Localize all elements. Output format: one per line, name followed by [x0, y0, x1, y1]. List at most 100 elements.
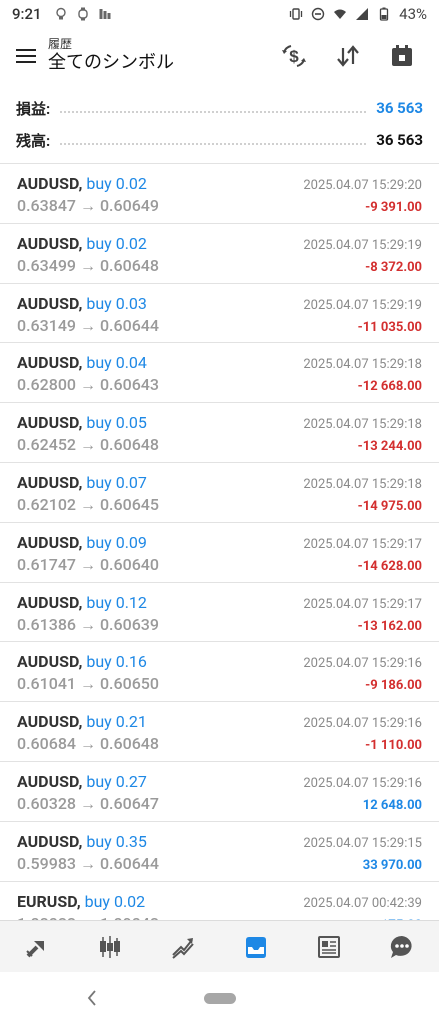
page-subtitle: 履歴 [48, 37, 73, 51]
trade-side-volume: buy 0.35 [86, 831, 147, 851]
chart-candles-icon [99, 935, 120, 958]
balance-value: 36 563 [376, 131, 423, 149]
trade-profit: -13 162.00 [357, 618, 422, 634]
trade-prices: 0.63499 → 0.60648 [17, 255, 159, 275]
trade-profit: -13 244.00 [357, 439, 422, 455]
trade-side-volume: buy 0.12 [86, 592, 147, 612]
trade-side-volume: buy 0.02 [86, 174, 147, 193]
trade-side-volume: buy 0.02 [84, 891, 146, 911]
signal-icon [356, 8, 369, 20]
quotes-icon [25, 940, 44, 957]
news-icon [318, 935, 341, 958]
trade-side-volume: buy 0.04 [86, 353, 147, 373]
nav-history[interactable] [230, 925, 282, 969]
menu-button[interactable] [4, 34, 48, 78]
trade-row[interactable]: AUDUSD, buy 0.05 2025.04.07 15:29:18 0.624… [0, 403, 439, 463]
trade-time: 2025.04.07 15:29:18 [303, 357, 422, 373]
dnd-icon [311, 7, 325, 21]
trade-time: 2025.04.07 15:29:18 [303, 476, 422, 492]
trade-profit: -12 668.00 [357, 379, 422, 395]
trade-history-list[interactable]: AUDUSD, buy 0.02 2025.04.07 15:29:20 0.638… [0, 164, 439, 920]
trade-prices: 0.62800 → 0.60643 [17, 375, 159, 395]
trade-row[interactable]: AUDUSD, buy 0.12 2025.04.07 15:29:17 0.613… [0, 583, 439, 643]
trade-time: 2025.04.07 15:29:16 [303, 716, 422, 732]
battery-percent: 43% [399, 5, 427, 23]
balance-label: 残高: [16, 131, 51, 150]
trade-symbol: AUDUSD, [17, 472, 83, 492]
deposit-withdraw-button[interactable]: $ [267, 34, 321, 78]
trade-symbol: AUDUSD, [17, 771, 83, 791]
calendar-button[interactable] [375, 34, 429, 78]
trade-symbol: AUDUSD, [17, 532, 83, 552]
trade-symbol: AUDUSD, [17, 293, 83, 313]
trade-side-volume: buy 0.05 [86, 413, 147, 433]
trade-row[interactable]: AUDUSD, buy 0.04 2025.04.07 15:29:18 0.628… [0, 343, 439, 404]
trade-row[interactable]: AUDUSD, buy 0.03 2025.04.07 15:29:19 0.631… [0, 284, 439, 344]
trade-time: 2025.04.07 15:29:20 [303, 178, 422, 193]
trade-symbol: AUDUSD, [17, 652, 83, 672]
trade-profit: -9 186.00 [365, 678, 422, 694]
trade-prices: 0.61747 → 0.60640 [17, 554, 159, 574]
wifi-icon [334, 9, 347, 19]
watch-icon [77, 7, 88, 21]
dotted-leader [60, 111, 367, 113]
page-title: 全てのシンボル [48, 52, 174, 73]
status-time: 9:21 [12, 5, 42, 23]
chevron-left-icon [87, 990, 96, 1006]
history-icon [246, 936, 267, 958]
trade-prices: 0.59983 → 0.60644 [17, 853, 159, 873]
app-bar: 履歴 全てのシンボル $ [0, 28, 439, 84]
trade-side-volume: buy 0.03 [86, 293, 147, 313]
trade-symbol: AUDUSD, [17, 174, 83, 193]
trade-prices: 0.61041 → 0.60650 [17, 674, 159, 694]
trade-profit: 33 970.00 [362, 857, 422, 873]
hamburger-icon [16, 55, 36, 57]
trade-row[interactable]: AUDUSD, buy 0.02 2025.04.07 15:29:19 0.634… [0, 224, 439, 284]
trade-row[interactable]: AUDUSD, buy 0.07 2025.04.07 15:29:18 0.621… [0, 463, 439, 523]
trade-prices: 0.63149 → 0.60644 [17, 315, 159, 335]
trade-icon [172, 937, 194, 959]
trade-side-volume: buy 0.07 [86, 472, 147, 492]
nav-chart[interactable] [84, 925, 136, 969]
home-button[interactable] [203, 992, 236, 1004]
trade-prices: 0.61386 → 0.60639 [17, 614, 159, 634]
trade-side-volume: buy 0.27 [86, 771, 147, 791]
trade-side-volume: buy 0.21 [86, 712, 147, 732]
trade-time: 2025.04.07 15:29:17 [303, 596, 422, 612]
trade-symbol: AUDUSD, [17, 233, 83, 253]
sort-icon [337, 45, 359, 67]
trade-row[interactable]: AUDUSD, buy 0.02 2025.04.07 15:29:20 0.638… [0, 164, 439, 224]
trade-profit: -8 372.00 [365, 259, 422, 275]
trade-row[interactable]: AUDUSD, buy 0.09 2025.04.07 15:29:17 0.617… [0, 523, 439, 583]
dotted-leader [60, 143, 367, 145]
trade-prices: 0.60328 → 0.60647 [17, 793, 159, 813]
svg-text:$: $ [289, 47, 299, 66]
title-block[interactable]: 履歴 全てのシンボル [48, 37, 174, 75]
trade-prices: 0.63847 → 0.60649 [17, 196, 159, 215]
trade-symbol: EURUSD, [17, 891, 81, 911]
trade-row[interactable]: AUDUSD, buy 0.27 2025.04.07 15:29:16 0.603… [0, 762, 439, 822]
nav-chat[interactable] [376, 925, 428, 969]
trade-row[interactable]: AUDUSD, buy 0.21 2025.04.07 15:29:16 0.606… [0, 702, 439, 762]
trade-time: 2025.04.07 15:29:16 [303, 656, 422, 672]
back-button[interactable] [82, 986, 102, 1010]
trade-profit: -9 391.00 [365, 200, 422, 215]
trade-symbol: AUDUSD, [17, 353, 83, 373]
trade-time: 2025.04.07 15:29:19 [303, 297, 422, 313]
nav-news[interactable] [303, 925, 355, 969]
trade-row[interactable]: AUDUSD, buy 0.16 2025.04.07 15:29:16 0.610… [0, 642, 439, 703]
trade-symbol: AUDUSD, [17, 831, 83, 851]
sort-button[interactable] [321, 34, 375, 78]
trade-side-volume: buy 0.09 [86, 532, 147, 552]
nav-quotes[interactable] [11, 925, 63, 969]
trade-profit: -14 628.00 [357, 558, 422, 574]
status-bar: 9:21 43% [0, 0, 439, 28]
dollar-exchange-icon: $ [282, 45, 306, 67]
trade-symbol: AUDUSD, [17, 712, 83, 732]
trade-row[interactable]: EURUSD, buy 0.022025.04.07 00:42:391.080… [0, 882, 439, 920]
trade-time: 2025.04.07 15:29:15 [303, 835, 422, 851]
nav-trade[interactable] [157, 925, 209, 969]
trade-row[interactable]: AUDUSD, buy 0.35 2025.04.07 15:29:15 0.599… [0, 822, 439, 882]
balance-row: 残高: 36 563 [0, 124, 439, 156]
trade-profit: 12 648.00 [362, 797, 422, 813]
